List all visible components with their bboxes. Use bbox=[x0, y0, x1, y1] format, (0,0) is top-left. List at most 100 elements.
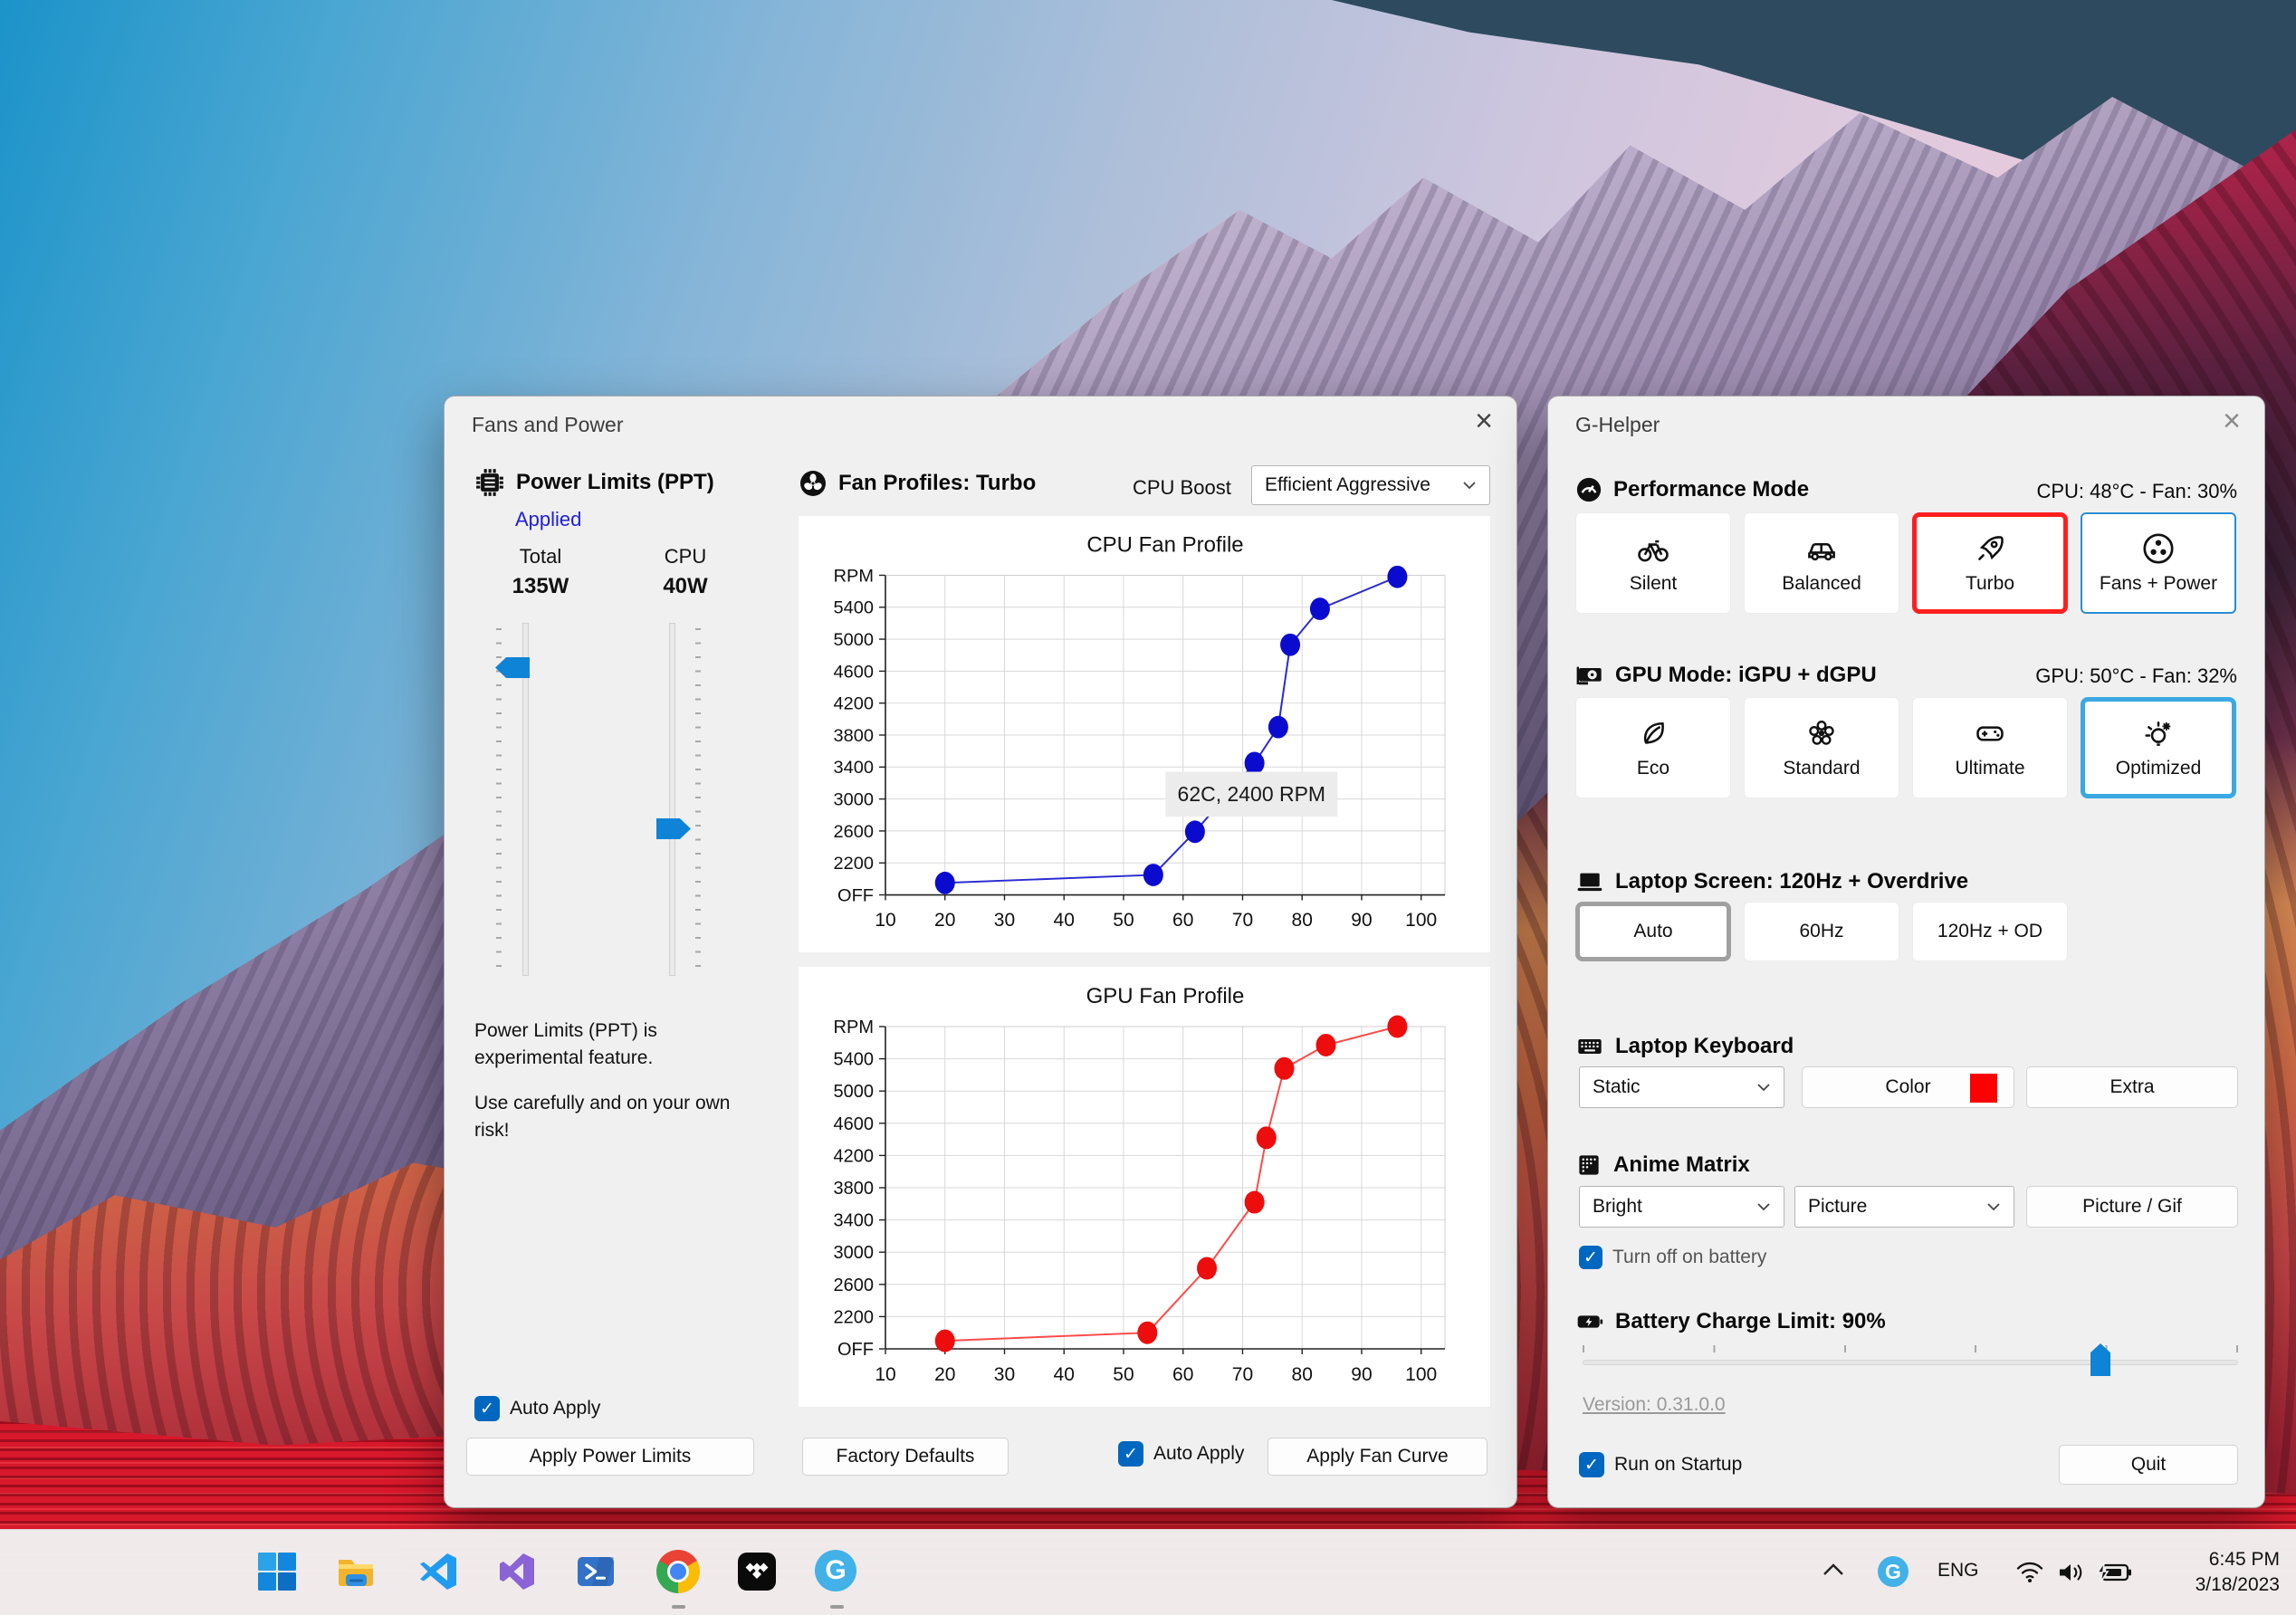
keyboard-icon bbox=[1578, 1039, 1602, 1054]
applied-status[interactable]: Applied bbox=[515, 508, 581, 531]
checkbox-check-icon: ✓ bbox=[1579, 1452, 1604, 1477]
cpu-temp-status: CPU: 48°C - Fan: 30% bbox=[2036, 480, 2237, 502]
tray-wifi[interactable] bbox=[2015, 1560, 2044, 1588]
keyboard-color-swatch bbox=[1970, 1074, 1997, 1103]
mode-button-label: Standard bbox=[1783, 758, 1861, 779]
screen-mode-buttons: Auto 60Hz 120Hz + OD bbox=[1575, 902, 2068, 961]
svg-text:3400: 3400 bbox=[834, 1211, 875, 1231]
svg-text:CPU Fan Profile: CPU Fan Profile bbox=[1086, 533, 1243, 558]
mode-button-label: 120Hz + OD bbox=[1937, 921, 2043, 941]
cpu-slider-track[interactable] bbox=[669, 623, 675, 976]
close-icon[interactable]: × bbox=[2223, 406, 2241, 436]
silent-mode-button[interactable]: Silent bbox=[1575, 512, 1731, 614]
factory-defaults-button[interactable]: Factory Defaults bbox=[802, 1438, 1009, 1476]
total-slider-ticks bbox=[496, 628, 502, 972]
fan-profiles-title: Fan Profiles: Turbo bbox=[838, 471, 1037, 495]
keyboard-color-label: Color bbox=[1885, 1076, 1931, 1097]
cpu-boost-select[interactable]: Efficient Aggressive bbox=[1251, 465, 1490, 505]
svg-text:4200: 4200 bbox=[834, 694, 874, 714]
gpu-mode-header: GPU Mode: iGPU + dGPU bbox=[1575, 661, 1877, 690]
fans-power-button[interactable]: Fans + Power bbox=[2081, 512, 2236, 614]
ultimate-mode-button[interactable]: Ultimate bbox=[1912, 697, 2068, 798]
gpu-fan-profile-chart[interactable]: GPU Fan Profile OFF 2200 2600 3000 3400 3800 42… bbox=[799, 967, 1490, 1407]
optimized-mode-button[interactable]: Optimized bbox=[2081, 697, 2236, 798]
battery-icon bbox=[1577, 1315, 1603, 1328]
tray-g-helper[interactable]: G bbox=[1878, 1556, 1909, 1587]
tray-battery[interactable] bbox=[2096, 1561, 2133, 1589]
svg-text:70: 70 bbox=[1232, 1364, 1253, 1385]
visual-studio-icon bbox=[500, 1553, 534, 1590]
mode-button-label: Turbo bbox=[1965, 573, 2015, 594]
mode-button-label: Optimized bbox=[2115, 758, 2202, 779]
laptop-screen-title: Laptop Screen: 120Hz + Overdrive bbox=[1615, 869, 1969, 894]
matrix-mode-select[interactable]: Picture bbox=[1794, 1186, 2014, 1228]
turn-off-on-battery-checkbox[interactable]: ✓ Turn off on battery bbox=[1579, 1246, 1766, 1269]
svg-text:3800: 3800 bbox=[834, 1179, 875, 1199]
screen-auto-button[interactable]: Auto bbox=[1575, 902, 1731, 961]
chevron-up-icon bbox=[1823, 1563, 1843, 1575]
tidal-button[interactable] bbox=[735, 1550, 779, 1593]
speaker-icon bbox=[2060, 1564, 2082, 1581]
keyboard-color-button[interactable]: Color bbox=[1802, 1066, 2014, 1108]
tray-volume[interactable] bbox=[2057, 1560, 2086, 1590]
gpu-mode-buttons: Eco Standard Ultimate Optimized bbox=[1575, 697, 2236, 798]
keyboard-mode-select[interactable]: Static bbox=[1579, 1066, 1784, 1108]
mode-button-label: Balanced bbox=[1782, 573, 1861, 594]
apply-fan-curve-button[interactable]: Apply Fan Curve bbox=[1268, 1438, 1488, 1476]
auto-apply-fan-checkbox[interactable]: ✓ Auto Apply bbox=[1118, 1441, 1244, 1467]
apply-power-limits-button[interactable]: Apply Power Limits bbox=[466, 1438, 754, 1476]
clock[interactable]: 6:45 PM 3/18/2023 bbox=[2196, 1547, 2280, 1598]
matrix-picture-gif-button[interactable]: Picture / Gif bbox=[2026, 1186, 2238, 1228]
screen-60hz-button[interactable]: 60Hz bbox=[1744, 902, 1899, 961]
matrix-brightness-select[interactable]: Bright bbox=[1579, 1186, 1784, 1228]
language-indicator[interactable]: ENG bbox=[1937, 1560, 1979, 1582]
g-helper-button[interactable]: G bbox=[815, 1550, 858, 1593]
gpu-mode-title: GPU Mode: iGPU + dGPU bbox=[1615, 663, 1877, 687]
screen-120hz-od-button[interactable]: 120Hz + OD bbox=[1912, 902, 2068, 961]
quit-button[interactable]: Quit bbox=[2059, 1445, 2238, 1485]
svg-text:5400: 5400 bbox=[834, 1050, 875, 1070]
close-icon[interactable]: × bbox=[1475, 406, 1493, 436]
vscode-icon bbox=[420, 1553, 456, 1590]
balanced-mode-button[interactable]: Balanced bbox=[1744, 512, 1899, 614]
run-on-startup-checkbox[interactable]: ✓ Run on Startup bbox=[1579, 1452, 1742, 1477]
cpu-fan-profile-chart[interactable]: CPU Fan Profile OFF 2200 2600 3000 3400 3800 42… bbox=[799, 516, 1490, 952]
battery-slider-track[interactable] bbox=[1583, 1360, 2238, 1365]
experimental-note: Power Limits (PPT) is experimental featu… bbox=[474, 1020, 657, 1069]
checkbox-check-icon: ✓ bbox=[474, 1396, 500, 1421]
chevron-down-icon bbox=[1987, 1203, 2000, 1211]
power-limits-header: Power Limits (PPT) bbox=[474, 467, 714, 498]
laptop-keyboard-header: Laptop Keyboard bbox=[1575, 1032, 1794, 1061]
cpu-boost-value: Efficient Aggressive bbox=[1265, 474, 1430, 495]
turbo-mode-button[interactable]: Turbo bbox=[1912, 512, 2068, 614]
powershell-button[interactable] bbox=[574, 1550, 617, 1593]
file-explorer-button[interactable] bbox=[334, 1550, 378, 1593]
flower-icon bbox=[1809, 720, 1834, 745]
keyboard-extra-button[interactable]: Extra bbox=[2026, 1066, 2238, 1108]
keyboard-mode-value: Static bbox=[1593, 1076, 1641, 1097]
start-button[interactable] bbox=[255, 1550, 299, 1593]
turn-off-on-battery-label: Turn off on battery bbox=[1612, 1247, 1767, 1267]
visual-studio-button[interactable] bbox=[495, 1550, 539, 1593]
svg-text:10: 10 bbox=[875, 910, 895, 931]
fan-power-icon bbox=[2143, 533, 2174, 564]
tray-expand-chevron[interactable] bbox=[1822, 1562, 1845, 1582]
checkbox-check-icon: ✓ bbox=[1579, 1246, 1602, 1269]
rocket-icon bbox=[1978, 536, 2004, 560]
car-icon bbox=[1808, 542, 1835, 561]
cpu-slider-handle[interactable] bbox=[656, 818, 691, 839]
laptop-icon bbox=[1577, 873, 1602, 892]
chrome-button[interactable] bbox=[656, 1550, 700, 1593]
version-link[interactable]: Version: 0.31.0.0 bbox=[1583, 1394, 1726, 1416]
standard-mode-button[interactable]: Standard bbox=[1744, 697, 1899, 798]
auto-apply-power-checkbox[interactable]: ✓ Auto Apply bbox=[474, 1396, 600, 1421]
svg-text:90: 90 bbox=[1351, 910, 1372, 931]
eco-mode-button[interactable]: Eco bbox=[1575, 697, 1731, 798]
windows-logo-icon bbox=[258, 1553, 296, 1591]
svg-text:RPM: RPM bbox=[834, 1018, 874, 1037]
vscode-button[interactable] bbox=[416, 1550, 460, 1593]
svg-text:90: 90 bbox=[1351, 1364, 1372, 1385]
fans-and-power-window: Fans and Power × Power Limits (PPT) Appl… bbox=[444, 396, 1517, 1508]
anime-matrix-header: Anime Matrix bbox=[1575, 1152, 1750, 1179]
cpu-boost-label: CPU Boost bbox=[1133, 476, 1231, 499]
